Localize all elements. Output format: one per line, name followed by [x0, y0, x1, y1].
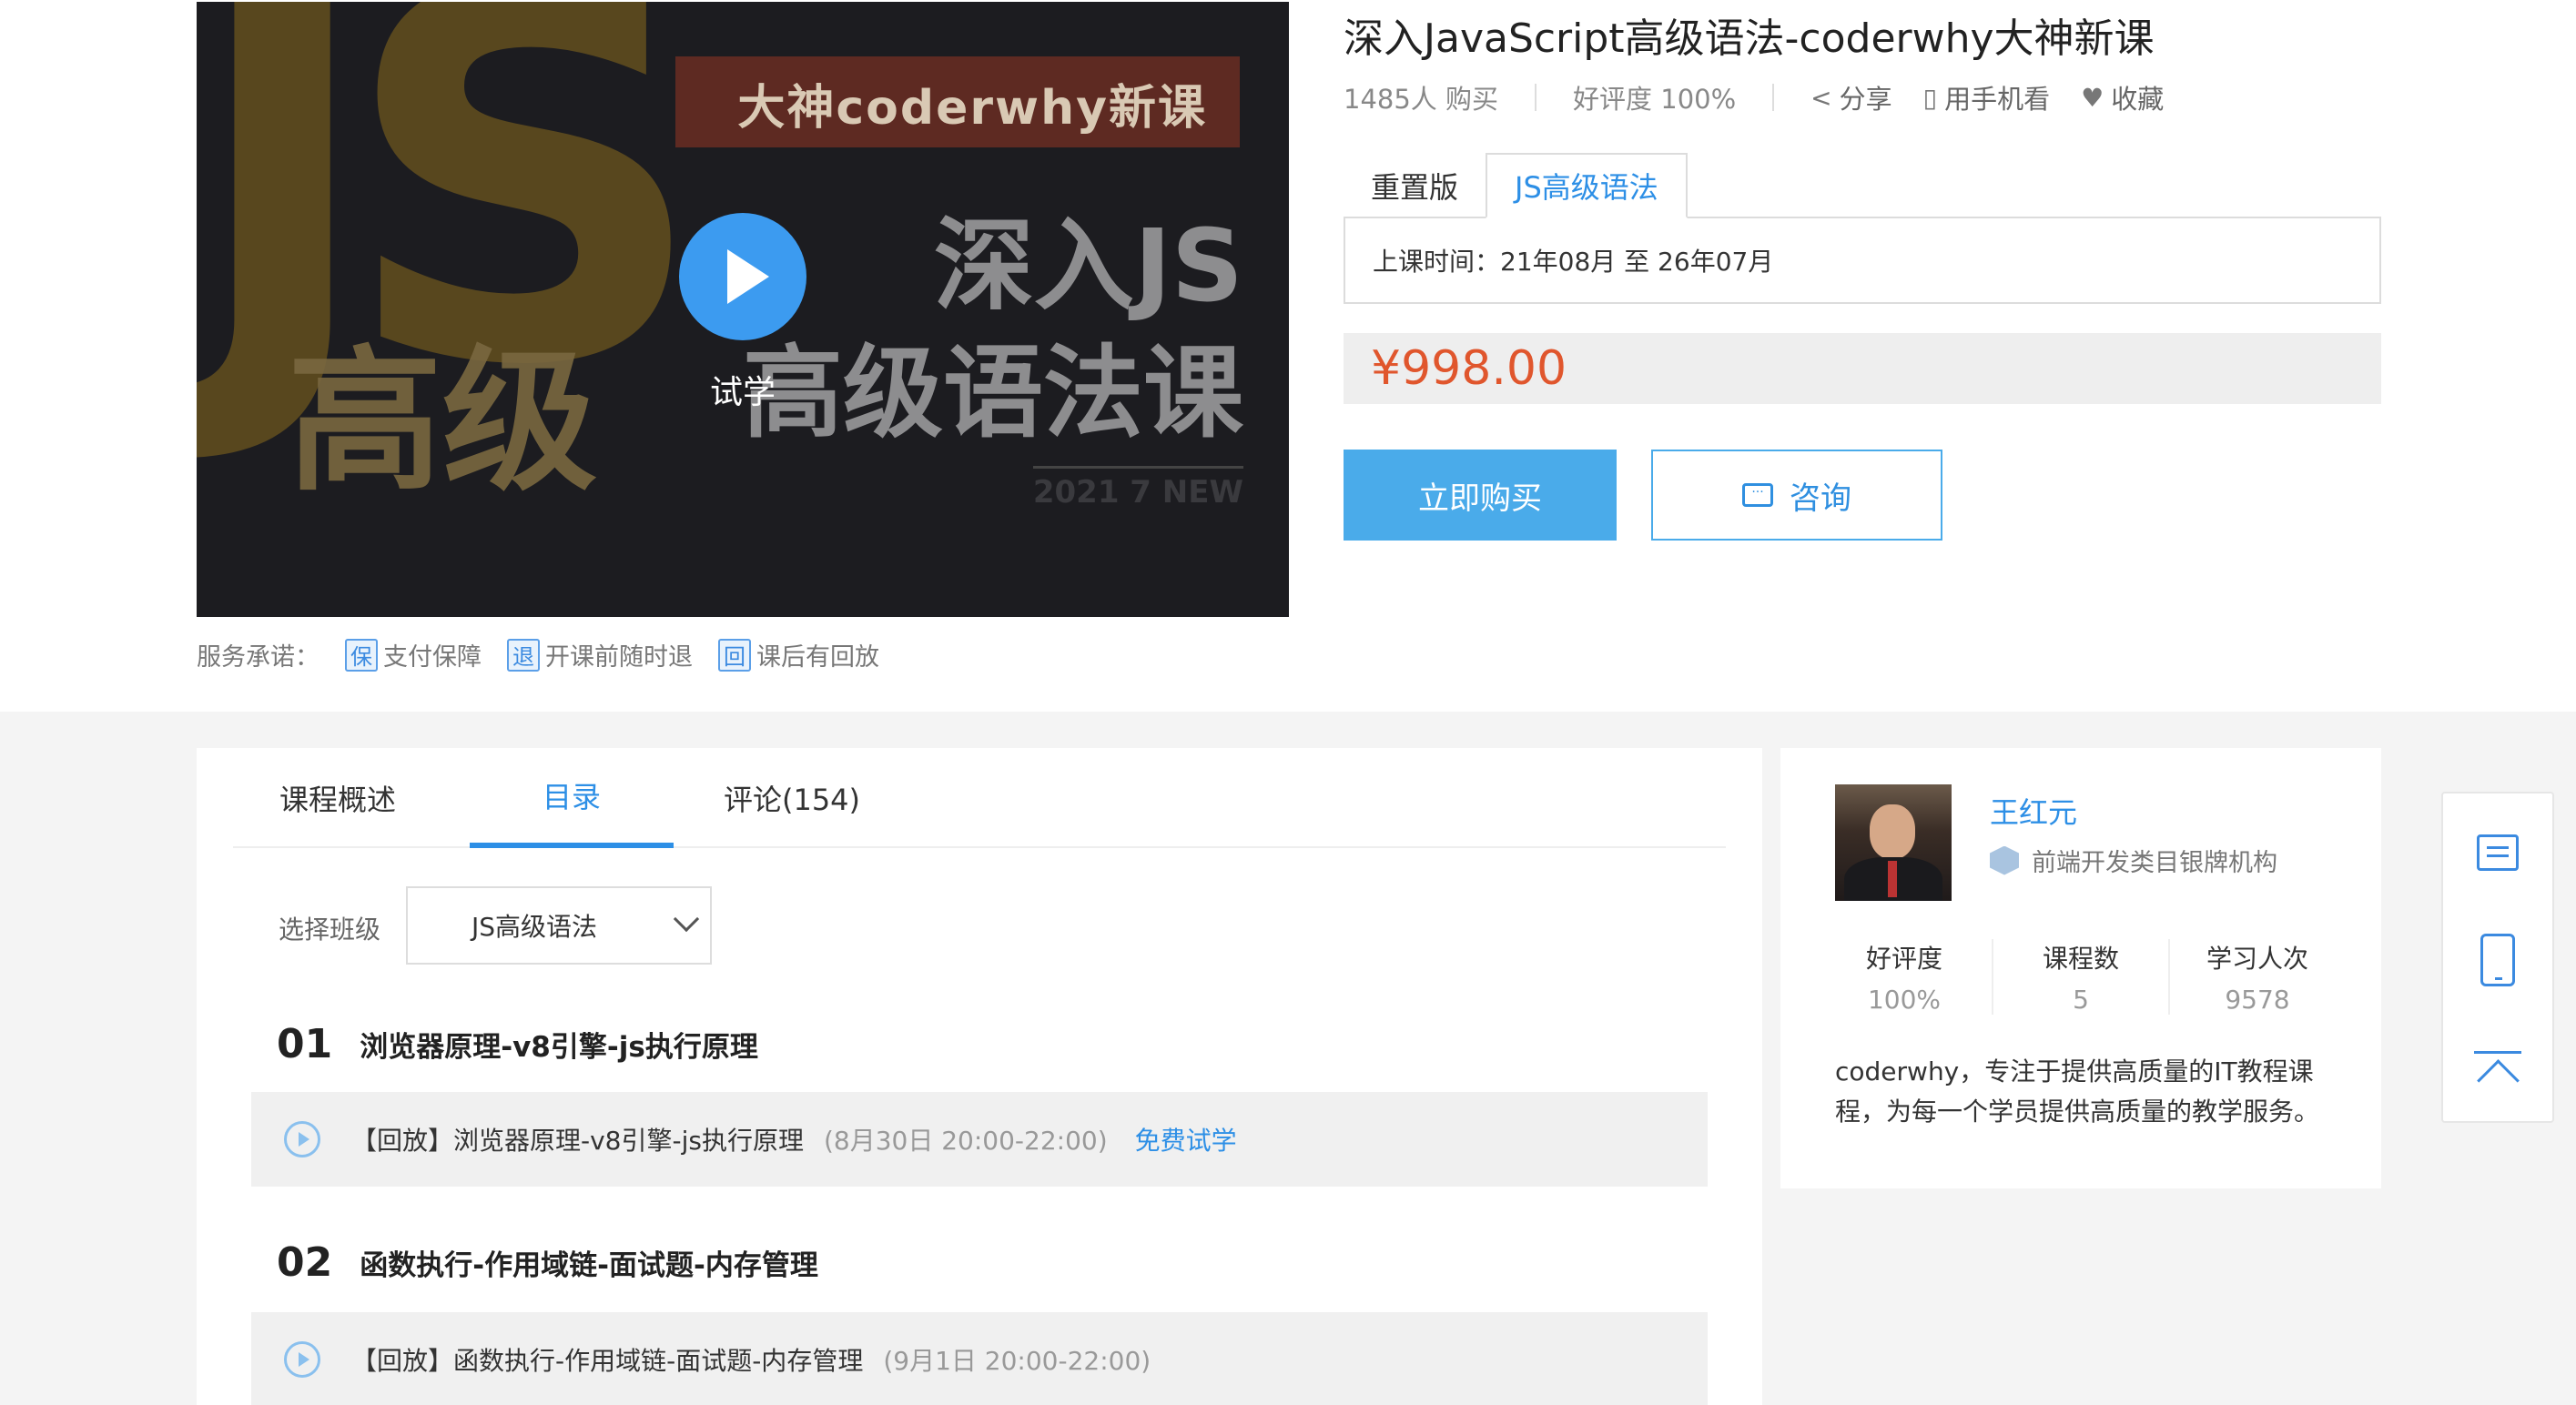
badge-label: 前端开发类目银牌机构	[2032, 849, 2277, 877]
tab-comments[interactable]: 评论(154)	[674, 748, 910, 848]
service-item-label: 开课前随时退	[545, 643, 693, 672]
heart-icon: ♥	[2081, 82, 2104, 113]
cover-gaoji-text: 高级	[288, 332, 598, 512]
cover-title-line2: 高级语法课	[743, 335, 1243, 451]
course-meta: 1485人 购买 好评度 100% < 分享 ▯ 用手机看 ♥ 收藏	[1344, 78, 2195, 116]
service-item-label: 课后有回放	[756, 643, 879, 672]
chapter-number: 01	[277, 1021, 333, 1067]
price: ¥998.00	[1371, 341, 1567, 396]
badge-icon	[1990, 845, 2019, 875]
chevron-down-icon	[673, 905, 700, 933]
favorite-button[interactable]: ♥ 收藏	[2081, 78, 2164, 116]
chapter-title: 函数执行-作用域链-面试题-内存管理	[360, 1249, 818, 1282]
buy-button[interactable]: 立即购买	[1344, 450, 1617, 541]
phone-icon: ▯	[1922, 82, 1938, 113]
share-label: 分享	[1839, 84, 1892, 115]
course-cover[interactable]: JS 高级 大神coderwhy新课 深入JS 高级语法课 2021 7 NEW…	[197, 2, 1289, 617]
chapter-title: 浏览器原理-v8引擎-js执行原理	[360, 1031, 758, 1064]
chat-icon: ···	[1742, 483, 1773, 507]
rating: 好评度 100%	[1573, 84, 1737, 115]
teacher-badge: 前端开发类目银牌机构	[1990, 843, 2277, 878]
stat-value: 9578	[2225, 985, 2290, 1015]
price-bar: ¥998.00	[1344, 333, 2381, 404]
content-card: 课程概述 目录 评论(154) 选择班级 JS高级语法 01 浏览器原理-v8引…	[197, 748, 1762, 1405]
class-schedule: 上课时间：21年08月 至 26年07月	[1344, 217, 2381, 304]
service-item-replay: 回 课后有回放	[718, 637, 879, 672]
play-button[interactable]	[679, 213, 806, 340]
favorite-label: 收藏	[2111, 84, 2165, 115]
free-trial-link[interactable]: 免费试学	[1135, 1121, 1237, 1157]
chapter-number: 02	[277, 1239, 333, 1286]
stat-courses: 课程数 5	[1993, 939, 2170, 1015]
avatar[interactable]	[1835, 784, 1952, 901]
divider	[1772, 84, 1775, 111]
arrow-up-icon	[2474, 1051, 2521, 1087]
service-promise: 服务承诺： 保 支付保障 退 开课前随时退 回 课后有回放	[197, 637, 879, 672]
lesson-time: (9月1日 20:00-22:00)	[883, 1346, 1151, 1376]
stat-label: 课程数	[2042, 944, 2119, 974]
feedback-button[interactable]	[2443, 803, 2552, 903]
version-tab-js[interactable]: JS高级语法	[1486, 153, 1688, 218]
stat-label: 好评度	[1865, 944, 1942, 974]
content-tabs: 课程概述 目录 评论(154)	[233, 748, 1726, 848]
phone-icon	[2480, 934, 2515, 986]
chapter-heading: 01 浏览器原理-v8引擎-js执行原理	[277, 1021, 758, 1067]
trial-label[interactable]: 试学	[706, 366, 779, 413]
cover-new-mark: 2021 7 NEW	[1032, 466, 1243, 510]
divider	[1535, 84, 1537, 111]
cover-title-line1: 深入JS	[933, 207, 1243, 324]
shield-icon: 保	[345, 638, 378, 672]
chapter-heading: 02 函数执行-作用域链-面试题-内存管理	[277, 1239, 818, 1286]
mobile-label: 用手机看	[1944, 84, 2051, 115]
play-circle-icon	[284, 1341, 320, 1378]
mobile-button[interactable]	[2443, 910, 2552, 1010]
share-button[interactable]: < 分享	[1810, 78, 1891, 116]
version-tabs: 重置版 JS高级语法	[1344, 153, 1688, 218]
service-item-label: 支付保障	[383, 643, 482, 672]
service-item-payment: 保 支付保障	[345, 637, 482, 672]
play-circle-icon	[284, 1121, 320, 1157]
service-label: 服务承诺：	[197, 643, 319, 672]
teacher-name[interactable]: 王红元	[1990, 790, 2077, 832]
service-item-refund: 退 开课前随时退	[507, 637, 693, 672]
stat-value: 100%	[1867, 985, 1942, 1015]
lesson-row[interactable]: 【回放】函数执行-作用域链-面试题-内存管理 (9月1日 20:00-22:00…	[251, 1312, 1708, 1405]
class-select-value: JS高级语法	[472, 912, 598, 942]
back-to-top-button[interactable]	[2443, 1019, 2552, 1119]
stat-learners: 学习人次 9578	[2170, 939, 2345, 1015]
top-area: JS 高级 大神coderwhy新课 深入JS 高级语法课 2021 7 NEW…	[0, 0, 2576, 712]
refund-icon: 退	[507, 638, 540, 672]
message-icon	[2477, 834, 2519, 871]
cover-banner-text: 大神coderwhy新课	[737, 81, 1207, 136]
teacher-stats: 好评度 100% 课程数 5 学习人次 9578	[1817, 939, 2345, 1015]
version-tab-reset[interactable]: 重置版	[1344, 153, 1486, 218]
stat-label: 学习人次	[2206, 944, 2308, 974]
course-title: 深入JavaScript高级语法-coderwhy大神新课	[1344, 15, 2155, 62]
share-icon: <	[1810, 82, 1832, 113]
replay-icon: 回	[718, 638, 751, 672]
class-select[interactable]: JS高级语法	[406, 886, 712, 965]
lesson-title: 【回放】浏览器原理-v8引擎-js执行原理	[351, 1126, 804, 1156]
consult-button[interactable]: ··· 咨询	[1651, 450, 1942, 541]
play-icon	[727, 249, 769, 304]
buyer-count: 1485人 购买	[1344, 84, 1499, 115]
tab-catalog[interactable]: 目录	[470, 748, 674, 848]
lesson-title: 【回放】函数执行-作用域链-面试题-内存管理	[351, 1346, 864, 1376]
floating-toolbar	[2441, 792, 2554, 1123]
lesson-row[interactable]: 【回放】浏览器原理-v8引擎-js执行原理 (8月30日 20:00-22:00…	[251, 1092, 1708, 1187]
stat-rating: 好评度 100%	[1817, 939, 1993, 1015]
stat-value: 5	[2073, 985, 2089, 1015]
tab-overview[interactable]: 课程概述	[233, 748, 442, 848]
class-select-label: 选择班级	[279, 915, 381, 945]
teacher-description: coderwhy，专注于提供高质量的IT教程课程，为每一个学员提供高质量的教学服…	[1835, 1056, 2320, 1127]
mobile-view-button[interactable]: ▯ 用手机看	[1923, 78, 2050, 116]
consult-label: 咨询	[1790, 480, 1851, 517]
teacher-card: 王红元 前端开发类目银牌机构 好评度 100% 课程数 5 学习人次 9578 …	[1780, 748, 2381, 1188]
lesson-time: (8月30日 20:00-22:00)	[823, 1126, 1108, 1156]
